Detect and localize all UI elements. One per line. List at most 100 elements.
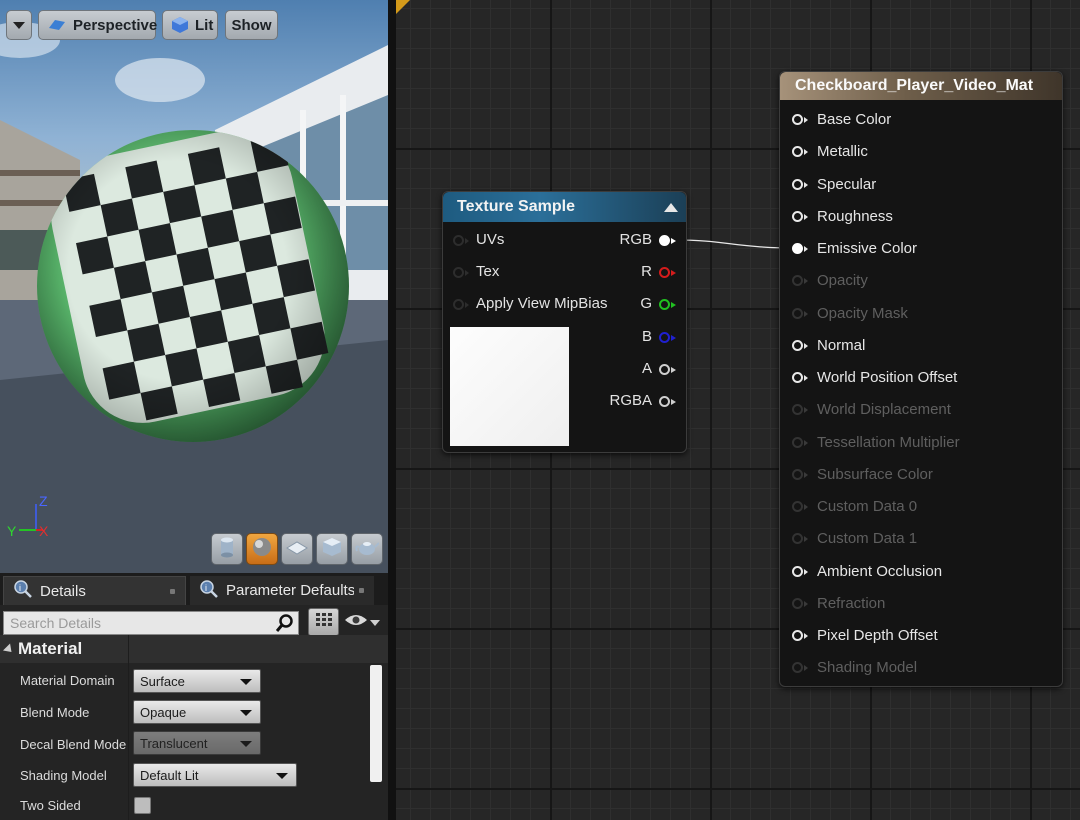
pin-arrow-icon (804, 439, 808, 446)
grid-icon (315, 612, 333, 633)
eye-icon (344, 612, 368, 633)
preview-shape-toolbar (211, 533, 383, 565)
output-pin-r[interactable] (659, 267, 670, 278)
node-title-bar[interactable]: Texture Sample (443, 192, 686, 222)
output-pin-g[interactable] (659, 299, 670, 310)
material-input-row: World Position Offset (780, 367, 1062, 389)
sphere-icon (251, 536, 273, 563)
property-label: Material Domain (20, 673, 115, 688)
input-pin (792, 597, 803, 609)
output-pin-a[interactable] (659, 364, 670, 375)
lit-cube-icon (171, 16, 189, 34)
input-pin[interactable] (792, 372, 803, 383)
pin-label: Opacity Mask (817, 304, 908, 322)
chevron-down-icon (240, 710, 252, 716)
search-box (3, 611, 299, 635)
material-input-row: Pixel Depth Offset (780, 625, 1062, 647)
material-input-row: Opacity Mask (780, 303, 1062, 325)
lit-mode-button[interactable]: Lit (162, 10, 218, 40)
material-input-row: World Displacement (780, 399, 1062, 421)
two-sided-checkbox[interactable] (134, 797, 151, 814)
graph-corner-marker (396, 0, 410, 14)
teapot-shape-button[interactable] (351, 533, 383, 565)
blend-mode-dropdown[interactable]: Opaque (133, 700, 261, 724)
material-input-row: Tessellation Multiplier (780, 432, 1062, 454)
shading-model-dropdown[interactable]: Default Lit (133, 763, 297, 787)
property-label: Shading Model (20, 768, 107, 783)
pin-arrow-icon (804, 278, 808, 285)
input-pin[interactable] (792, 146, 803, 158)
sphere-shape-button[interactable] (246, 533, 278, 565)
input-pin[interactable] (792, 339, 803, 351)
svg-text:i: i (19, 583, 21, 593)
input-pin (792, 533, 803, 545)
material-result-node[interactable]: Checkboard_Player_Video_Mat Base Color Me… (779, 71, 1063, 687)
pin-arrow-icon (671, 270, 676, 276)
output-pin-row: RGB (443, 231, 686, 251)
node-title-bar[interactable]: Checkboard_Player_Video_Mat (780, 72, 1062, 100)
tab-close-icon[interactable] (170, 589, 175, 594)
material-domain-dropdown[interactable]: Surface (133, 669, 261, 693)
pin-label: Base Color (817, 111, 892, 128)
plane-shape-button[interactable] (281, 533, 313, 565)
input-pin[interactable] (792, 178, 803, 190)
input-pin[interactable] (792, 565, 803, 577)
collapse-triangle-icon (2, 642, 16, 656)
details-scrollbar[interactable] (370, 665, 382, 782)
output-pin-rgb[interactable] (659, 235, 670, 246)
view-options-button[interactable] (344, 612, 380, 633)
pin-label: Metallic (817, 143, 868, 161)
output-pin-row: R (443, 263, 686, 283)
pin-arrow-icon (804, 633, 808, 639)
perspective-button[interactable]: Perspective (38, 10, 157, 40)
material-input-row: Custom Data 1 (780, 528, 1062, 550)
panel-splitter[interactable] (388, 0, 396, 820)
tab-details[interactable]: i Details (3, 576, 186, 605)
tab-close-icon[interactable] (359, 588, 364, 593)
input-pin (792, 307, 803, 319)
property-label: Blend Mode (20, 705, 90, 720)
pin-arrow-icon (671, 399, 676, 405)
input-pin (792, 501, 803, 512)
pin-arrow-icon (671, 335, 676, 341)
material-graph-canvas[interactable]: Texture Sample UVs Tex Apply View MipBia… (396, 0, 1080, 820)
search-input[interactable] (4, 612, 276, 634)
pin-label: Pixel Depth Offset (817, 627, 938, 644)
texture-preview-thumbnail (450, 327, 569, 446)
show-button[interactable]: Show (225, 10, 278, 40)
cube-shape-button[interactable] (316, 533, 348, 565)
cylinder-shape-button[interactable] (211, 533, 243, 565)
section-material[interactable]: Material (0, 635, 388, 663)
pin-arrow-icon (804, 471, 808, 478)
magnifier-info-icon: i (14, 580, 32, 602)
viewport-options-button[interactable] (6, 10, 32, 40)
axis-z-label: Z (39, 493, 48, 509)
cube-icon (321, 536, 343, 563)
pin-arrow-icon (804, 213, 808, 220)
pin-arrow-icon (671, 238, 676, 244)
texture-sample-node[interactable]: Texture Sample UVs Tex Apply View MipBia… (442, 191, 687, 453)
input-pin[interactable] (792, 210, 803, 222)
input-pin[interactable] (792, 630, 803, 641)
property-label: Two Sided (20, 798, 81, 813)
input-pin[interactable] (792, 114, 803, 125)
input-pin[interactable] (792, 243, 803, 254)
magnifier-info-icon: i (200, 579, 218, 602)
search-icon[interactable] (275, 614, 294, 637)
material-preview-viewport[interactable]: Perspective Lit Show Z Y X (0, 0, 388, 573)
output-pin-rgba[interactable] (659, 396, 670, 407)
plane-icon (285, 538, 309, 561)
column-divider[interactable] (128, 635, 129, 820)
pin-arrow-icon (804, 181, 808, 188)
output-pin-b[interactable] (659, 332, 670, 343)
collapse-arrow-icon[interactable] (664, 203, 678, 212)
details-panel: i Details i Parameter Defaults Material … (0, 573, 388, 820)
property-matrix-button[interactable] (308, 608, 339, 636)
material-input-row: Ambient Occlusion (780, 561, 1062, 583)
pin-arrow-icon (671, 367, 676, 373)
chevron-down-icon (370, 619, 380, 626)
pin-arrow-icon (804, 407, 808, 414)
axis-gizmo: Z Y X (7, 493, 49, 539)
input-pin (792, 404, 803, 416)
tab-parameter-defaults[interactable]: i Parameter Defaults (190, 576, 374, 605)
